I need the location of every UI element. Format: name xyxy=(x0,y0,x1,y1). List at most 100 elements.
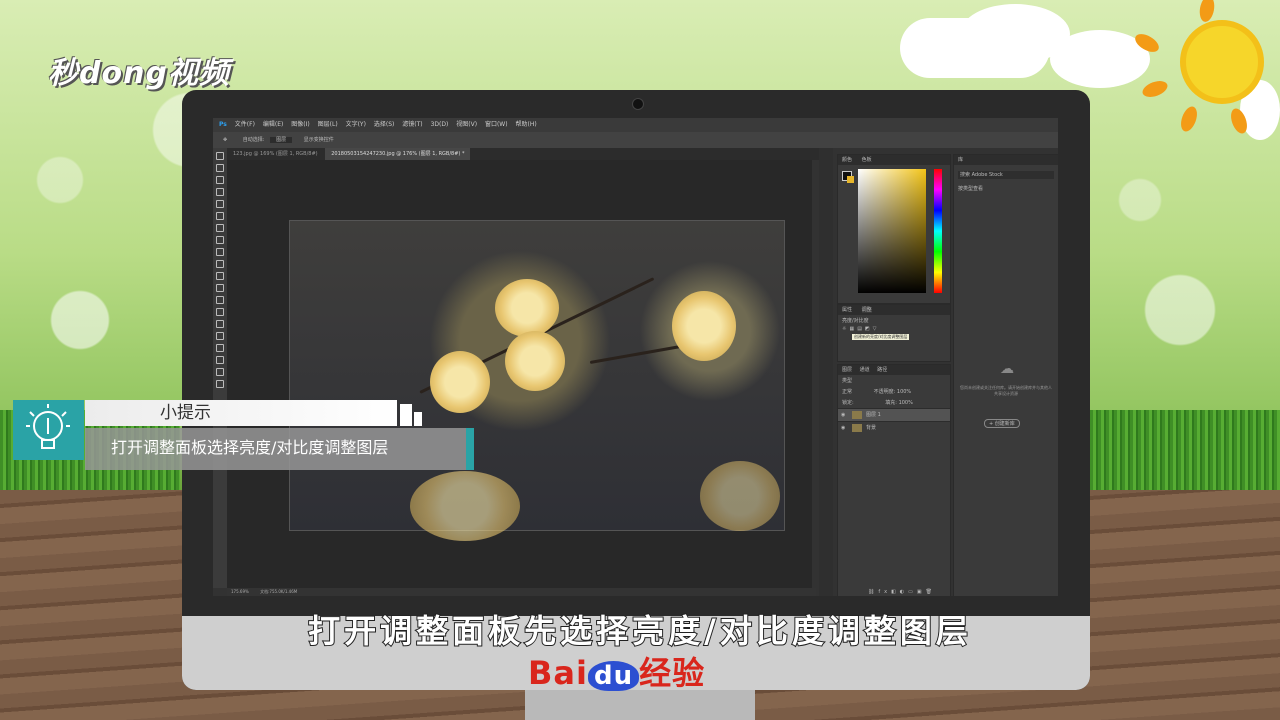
menu-view[interactable]: 视图(V) xyxy=(456,118,477,132)
eraser-tool-icon[interactable] xyxy=(216,272,224,280)
layer-row[interactable]: ◉ 图层 1 xyxy=(838,408,950,421)
text-tool-icon[interactable] xyxy=(216,332,224,340)
panel-dock-strip xyxy=(819,148,833,596)
libraries-panel: 库 搜索 Adobe Stock 按类型查看 ☁ 您尚未创建或关注任何库。请开始… xyxy=(953,154,1058,596)
auto-select-target[interactable]: 图层 xyxy=(270,137,293,143)
background-color-swatch[interactable] xyxy=(847,176,854,183)
shape-tool-icon[interactable] xyxy=(216,356,224,364)
lock-label: 锁定: xyxy=(842,400,854,406)
tab-adjustments[interactable]: 调整 xyxy=(861,307,872,313)
lock-row: 锁定: 填充: 100% xyxy=(838,397,950,408)
color-picker-field[interactable] xyxy=(858,169,926,293)
canvas-area[interactable] xyxy=(227,160,812,588)
eye-icon[interactable]: ◉ xyxy=(841,422,845,434)
tab-color[interactable]: 颜色 xyxy=(842,157,852,163)
video-subtitle: 打开调整面板先选择亮度/对比度调整图层 xyxy=(307,611,972,651)
layers-panel-tabs: 图层 通道 路径 xyxy=(838,365,950,375)
adjust-tooltip: 创建新的亮度/对比度调整图层 xyxy=(852,334,910,340)
blend-mode-row: 正常 不透明度: 100% xyxy=(838,386,950,397)
tip-decoration xyxy=(414,412,422,426)
tools-panel xyxy=(213,148,227,588)
tab-layers[interactable]: 图层 xyxy=(842,367,852,373)
lightbulb-icon xyxy=(13,400,84,460)
cloud-library-icon: ☁ xyxy=(1000,361,1014,377)
adjustments-panel: 属性 调整 亮度/对比度 ☼▦▤◩▽ 创建新的亮度/对比度调整图层 xyxy=(837,304,951,362)
eyedropper-tool-icon[interactable] xyxy=(216,212,224,220)
baidu-jingyan-logo: Bai du 经验 xyxy=(528,648,705,694)
zoom-tool-icon[interactable] xyxy=(216,380,224,388)
auto-select-label[interactable]: 自动选择: xyxy=(243,137,265,143)
create-library-button[interactable]: + 创建新库 xyxy=(984,419,1020,428)
menu-file[interactable]: 文件(F) xyxy=(235,118,255,132)
tab-properties[interactable]: 属性 xyxy=(842,307,852,313)
tip-accent-bar xyxy=(466,428,474,470)
tab-paths[interactable]: 路径 xyxy=(877,367,887,373)
stamp-tool-icon[interactable] xyxy=(216,248,224,256)
menu-filter[interactable]: 滤镜(T) xyxy=(402,118,422,132)
magic-wand-tool-icon[interactable] xyxy=(216,188,224,196)
history-brush-icon[interactable] xyxy=(216,260,224,268)
opacity-value[interactable]: 100% xyxy=(897,389,911,395)
flower xyxy=(672,291,736,361)
hue-slider[interactable] xyxy=(934,169,942,293)
tab-libraries[interactable]: 库 xyxy=(954,155,1058,165)
color-panel: 颜色 色板 xyxy=(837,154,951,304)
adjust-hint: 亮度/对比度 xyxy=(842,318,869,324)
baidu-paw-du: du xyxy=(587,661,640,691)
menu-type[interactable]: 文字(Y) xyxy=(346,118,366,132)
library-filter[interactable]: 按类型查看 xyxy=(958,185,1054,192)
ps-logo-icon: Ps xyxy=(219,121,227,128)
lasso-tool-icon[interactable] xyxy=(216,176,224,184)
adjust-icons-row[interactable]: ☼▦▤◩▽ xyxy=(838,326,950,332)
library-empty-text: 您尚未创建或关注任何库。请开始创建库并与其他人共享设计资源 xyxy=(960,385,1052,396)
flower xyxy=(495,279,559,337)
gradient-tool-icon[interactable] xyxy=(216,284,224,292)
menu-window[interactable]: 窗口(W) xyxy=(485,118,508,132)
menu-layer[interactable]: 图层(L) xyxy=(318,118,338,132)
zoom-level[interactable]: 175.69% xyxy=(231,589,249,594)
hand-tool-icon[interactable] xyxy=(216,368,224,376)
menu-image[interactable]: 图像(I) xyxy=(291,118,309,132)
layer-filter-kind[interactable]: 类型 xyxy=(838,375,950,386)
layers-panel: 图层 通道 路径 类型 正常 不透明度: 100% 锁定: 填充: 100% ◉… xyxy=(837,364,951,596)
crop-tool-icon[interactable] xyxy=(216,200,224,208)
dodge-tool-icon[interactable] xyxy=(216,308,224,316)
brush-tool-icon[interactable] xyxy=(216,236,224,244)
blend-mode-select[interactable]: 正常 xyxy=(842,389,852,395)
menu-edit[interactable]: 编辑(E) xyxy=(263,118,283,132)
document-photo[interactable] xyxy=(289,220,785,541)
layer-name: 图层 1 xyxy=(866,412,881,418)
fill-label: 填充: xyxy=(885,400,897,406)
layer-thumbnail xyxy=(852,411,862,419)
menu-3d[interactable]: 3D(D) xyxy=(431,118,449,132)
healing-tool-icon[interactable] xyxy=(216,224,224,232)
flower-blurred xyxy=(700,461,780,531)
tip-title: 小提示 xyxy=(160,403,211,423)
layer-row[interactable]: ◉ 背景 xyxy=(838,421,950,434)
adjust-panel-tabs: 属性 调整 xyxy=(838,305,950,315)
layers-footer-icons[interactable]: ⛓fx◧◐▭▣🗑 xyxy=(868,589,936,595)
video-logo: 秒dong视频 xyxy=(48,56,230,91)
eye-icon[interactable]: ◉ xyxy=(841,409,845,421)
path-select-icon[interactable] xyxy=(216,344,224,352)
tab-swatches[interactable]: 色板 xyxy=(862,157,872,163)
menu-select[interactable]: 选择(S) xyxy=(374,118,395,132)
baidu-jingyan: 经验 xyxy=(639,654,706,692)
tab-channels[interactable]: 通道 xyxy=(860,367,870,373)
show-transform-checkbox[interactable]: 显示变换控件 xyxy=(304,137,334,143)
flower-blurred xyxy=(410,471,520,541)
fill-value[interactable]: 100% xyxy=(899,400,913,406)
move-tool-icon[interactable]: ✥ xyxy=(223,137,227,143)
pen-tool-icon[interactable] xyxy=(216,320,224,328)
doc-size: 文档:755.0K/1.46M xyxy=(260,589,298,594)
move-tool-icon[interactable] xyxy=(216,152,224,160)
tip-decoration xyxy=(400,404,412,426)
library-search-input[interactable]: 搜索 Adobe Stock xyxy=(958,171,1054,179)
layer-name: 背景 xyxy=(866,425,877,431)
tab-document-1[interactable]: 123.jpg @ 169% (图层 1, RGB/8#) xyxy=(227,148,324,160)
tab-document-2[interactable]: 20180503154247230.jpg @ 176% (图层 1, RGB/… xyxy=(325,148,471,160)
menu-help[interactable]: 帮助(H) xyxy=(516,118,537,132)
blur-tool-icon[interactable] xyxy=(216,296,224,304)
marquee-tool-icon[interactable] xyxy=(216,164,224,172)
camera-icon xyxy=(632,98,644,110)
